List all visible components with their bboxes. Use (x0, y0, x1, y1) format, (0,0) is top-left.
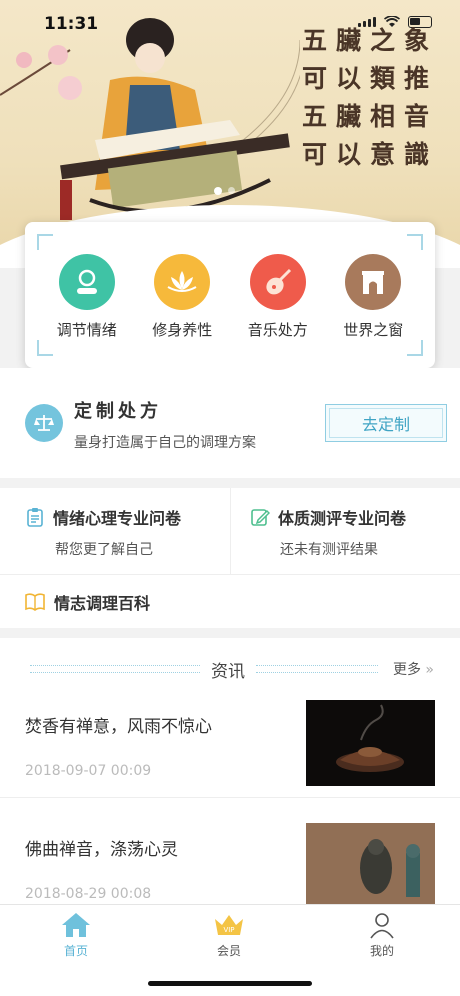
tab-label: 我的 (369, 944, 394, 958)
carousel-dots (214, 187, 235, 195)
book-icon (25, 593, 45, 611)
crown-icon: VIP (215, 915, 243, 935)
wiki-link[interactable]: 情志调理百科 (25, 590, 150, 614)
divider (0, 797, 460, 798)
person-icon (370, 913, 394, 939)
corner-ornament (37, 234, 53, 250)
customize-button[interactable]: 去定制 (325, 404, 447, 442)
nav-label: 调节情绪 (56, 321, 117, 339)
scale-icon (25, 404, 63, 442)
nav-item-music-prescription[interactable]: 音乐处方 (233, 254, 323, 340)
lotus-icon (154, 254, 211, 310)
poem-line: 可以意識 (301, 140, 438, 169)
prescription-title: 定制处方 (74, 401, 162, 422)
divider (230, 488, 231, 574)
news-thumbnail (306, 823, 435, 904)
questionnaire-subtitle: 还未有测评结果 (280, 542, 378, 558)
news-date: 2018-08-29 00:08 (25, 886, 152, 902)
questionnaire-subtitle: 帮您更了解自己 (55, 542, 153, 558)
nav-item-emotion[interactable]: 调节情绪 (42, 254, 132, 340)
corner-ornament (37, 340, 53, 356)
more-link[interactable]: 更多 » (393, 659, 434, 679)
carousel-dot-active[interactable] (214, 187, 222, 195)
poem-line: 可以類推 (301, 64, 438, 93)
clipboard-icon (27, 508, 43, 527)
home-indicator (148, 981, 312, 986)
tab-label: 会员 (216, 944, 241, 958)
prescription-subtitle: 量身打造属于自己的调理方案 (74, 435, 256, 451)
banner-poem: 五臟之象 可以類推 五臟相音 可以意識 (302, 22, 438, 174)
tab-home[interactable]: 首页 (31, 911, 121, 959)
corner-ornament (407, 234, 423, 250)
nav-label: 音乐处方 (247, 321, 308, 339)
face-icon (58, 254, 115, 310)
wiki-title: 情志调理百科 (54, 594, 151, 613)
nav-label: 世界之窗 (343, 321, 404, 339)
arch-icon (345, 254, 402, 310)
tab-vip[interactable]: VIP 会员 (184, 911, 274, 959)
double-chevron-icon: » (425, 662, 434, 678)
constitution-questionnaire[interactable]: 体质测评专业问卷 还未有测评结果 (250, 505, 406, 559)
news-header: 资讯 更多 » (0, 655, 460, 683)
news-title: 佛曲禅音，涤荡心灵 (25, 840, 178, 860)
guqin-lady-illustration (0, 18, 300, 220)
questionnaire-title: 体质测评专业问卷 (278, 509, 407, 528)
nav-label: 修身养性 (152, 321, 213, 339)
poem-line: 五臟之象 (301, 26, 438, 55)
quick-nav-card: 调节情绪 修身养性 音乐处方 世界之窗 (25, 222, 435, 368)
decorative-line (30, 665, 200, 673)
news-date: 2018-09-07 00:09 (25, 763, 152, 779)
emotion-questionnaire[interactable]: 情绪心理专业问卷 帮您更了解自己 (25, 505, 181, 559)
tab-label: 首页 (63, 944, 88, 958)
nav-item-cultivation[interactable]: 修身养性 (137, 254, 227, 340)
home-icon (62, 913, 90, 937)
pipa-icon (249, 254, 306, 310)
corner-ornament (407, 340, 423, 356)
news-header-title: 资讯 (211, 662, 245, 682)
news-thumbnail (306, 700, 435, 786)
status-time: 11:31 (44, 14, 99, 34)
decorative-line (256, 665, 378, 673)
poem-line: 五臟相音 (301, 102, 438, 131)
news-item[interactable]: 焚香有禅意，风雨不惊心 2018-09-07 00:09 (0, 688, 460, 812)
more-label: 更多 (392, 662, 421, 678)
tab-profile[interactable]: 我的 (337, 911, 427, 959)
carousel-dot[interactable] (228, 187, 235, 194)
svg-text:VIP: VIP (223, 926, 234, 934)
news-title: 焚香有禅意，风雨不惊心 (25, 717, 212, 737)
edit-icon (251, 509, 270, 526)
nav-item-world-window[interactable]: 世界之窗 (328, 254, 418, 340)
questionnaire-title: 情绪心理专业问卷 (53, 509, 182, 528)
